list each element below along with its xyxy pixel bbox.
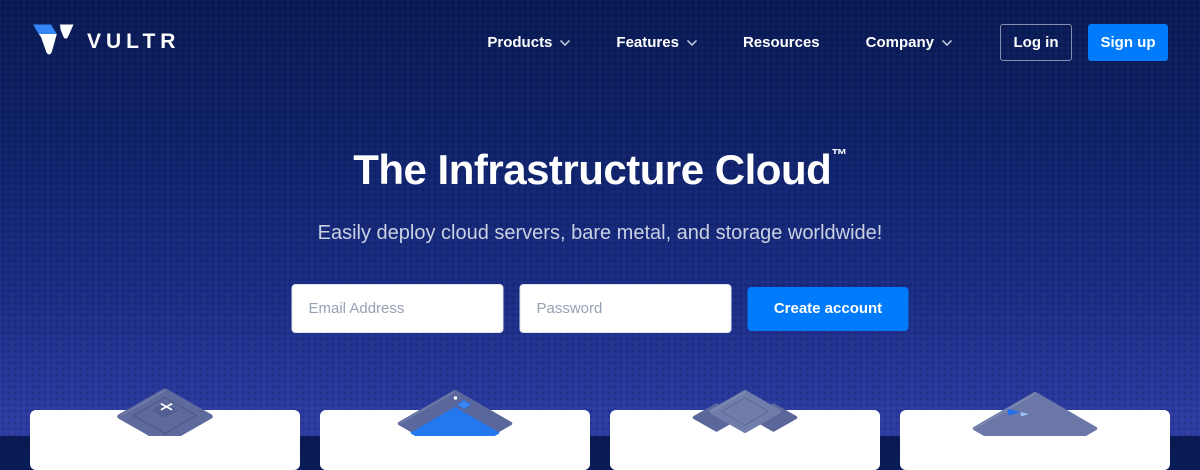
main-nav: Products Features Resources Company [487,33,952,51]
create-account-button[interactable]: Create account [748,287,909,331]
nav-item-resources[interactable]: Resources [743,34,820,51]
top-navigation-bar: VULTR Products Features Resources Compan… [0,0,1200,84]
nav-item-features[interactable]: Features [616,33,697,51]
vultr-wordmark: VULTR [87,30,180,54]
nav-item-products[interactable]: Products [487,33,570,51]
email-field[interactable] [292,284,504,333]
vultr-logo-icon [32,24,74,60]
trademark-symbol: ™ [831,147,847,164]
product-card[interactable] [320,410,590,470]
product-card[interactable] [30,410,300,470]
page-title: The Infrastructure Cloud™ [0,146,1200,194]
signup-button[interactable]: Sign up [1088,24,1168,61]
login-button[interactable]: Log in [1000,24,1072,61]
product-cards-row [30,410,1170,470]
product-card[interactable] [900,410,1170,470]
chevron-down-icon [687,33,697,51]
chevron-down-icon [560,33,570,51]
hero-subtitle: Easily deploy cloud servers, bare metal,… [0,222,1200,245]
signup-form: Create account [292,284,909,333]
vultr-logo[interactable]: VULTR [32,24,180,60]
password-field[interactable] [520,284,732,333]
product-card[interactable] [610,410,880,470]
nav-item-company[interactable]: Company [866,33,952,51]
chevron-down-icon [942,33,952,51]
